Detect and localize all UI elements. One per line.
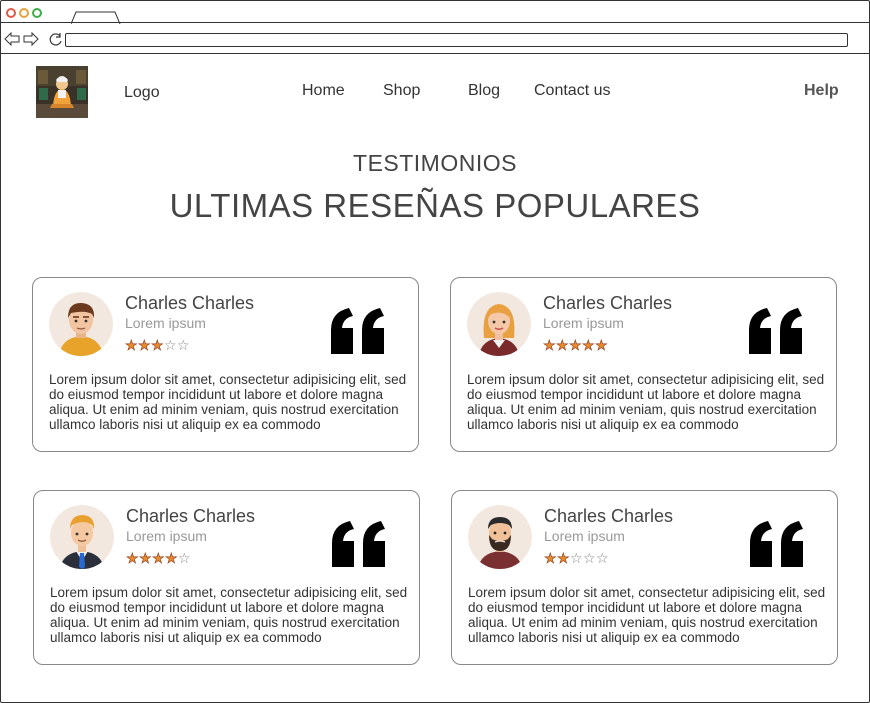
reviewer-subtitle: Lorem ipsum bbox=[125, 315, 206, 331]
testimonial-text: Lorem ipsum dolor sit amet, consectetur … bbox=[50, 585, 408, 645]
reviewer-subtitle: Lorem ipsum bbox=[543, 315, 624, 331]
quote-icon bbox=[750, 521, 803, 567]
nav-contact-us[interactable]: Contact us bbox=[534, 82, 610, 100]
nav-blog[interactable]: Blog bbox=[468, 82, 500, 100]
star-empty-icon: ☆ bbox=[178, 550, 191, 566]
testimonial-card: Charles Charles Lorem ipsum ★★★★☆ Lorem … bbox=[33, 490, 420, 665]
help-link[interactable]: Help bbox=[804, 82, 839, 100]
logo-label[interactable]: Logo bbox=[124, 84, 160, 102]
testimonial-text: Lorem ipsum dolor sit amet, consectetur … bbox=[467, 372, 825, 432]
star-empty-icon: ☆ bbox=[596, 550, 609, 566]
star-rating: ★★★☆☆ bbox=[125, 337, 190, 353]
quote-icon bbox=[331, 308, 384, 354]
star-rating: ★★★★☆ bbox=[126, 550, 191, 566]
avatar bbox=[467, 292, 531, 356]
star-filled-icon: ★ bbox=[151, 337, 164, 353]
star-filled-icon: ★ bbox=[595, 337, 608, 353]
testimonial-card: Charles Charles Lorem ipsum ★★★☆☆ Lorem … bbox=[32, 277, 419, 452]
star-empty-icon: ☆ bbox=[177, 337, 190, 353]
reload-icon[interactable] bbox=[48, 32, 63, 47]
star-filled-icon: ★ bbox=[556, 337, 569, 353]
reviewer-name: Charles Charles bbox=[126, 506, 256, 526]
browser-tab[interactable] bbox=[71, 11, 121, 24]
section-title: ULTIMAS RESEÑAS POPULARES bbox=[169, 187, 701, 224]
quote-icon bbox=[749, 308, 802, 354]
reviewer-name: Charles Charles bbox=[543, 293, 673, 313]
title-bar bbox=[1, 1, 869, 24]
star-filled-icon: ★ bbox=[165, 550, 178, 566]
reviewer-name: Charles Charles bbox=[125, 293, 255, 313]
star-filled-icon: ★ bbox=[126, 550, 139, 566]
nav-shop[interactable]: Shop bbox=[383, 82, 420, 100]
star-filled-icon: ★ bbox=[139, 550, 152, 566]
close-window-button[interactable] bbox=[6, 8, 16, 18]
star-rating: ★★★★★ bbox=[543, 337, 608, 353]
avatar bbox=[50, 505, 114, 569]
nav-home[interactable]: Home bbox=[302, 82, 345, 100]
avatar bbox=[49, 292, 113, 356]
star-filled-icon: ★ bbox=[138, 337, 151, 353]
testimonial-text: Lorem ipsum dolor sit amet, consectetur … bbox=[49, 372, 407, 432]
star-filled-icon: ★ bbox=[125, 337, 138, 353]
minimize-window-button[interactable] bbox=[19, 8, 29, 18]
maximize-window-button[interactable] bbox=[32, 8, 42, 18]
url-input[interactable] bbox=[65, 33, 848, 47]
back-arrow-icon[interactable] bbox=[4, 32, 20, 46]
star-empty-icon: ☆ bbox=[164, 337, 177, 353]
site-logo-image[interactable] bbox=[36, 66, 88, 118]
star-filled-icon: ★ bbox=[543, 337, 556, 353]
testimonial-card: Charles Charles Lorem ipsum ★★★★★ Lorem … bbox=[450, 277, 837, 452]
star-filled-icon: ★ bbox=[557, 550, 570, 566]
testimonial-text: Lorem ipsum dolor sit amet, consectetur … bbox=[468, 585, 826, 645]
star-filled-icon: ★ bbox=[544, 550, 557, 566]
reviewer-subtitle: Lorem ipsum bbox=[126, 528, 207, 544]
star-empty-icon: ☆ bbox=[570, 550, 583, 566]
quote-icon bbox=[332, 521, 385, 567]
star-rating: ★★☆☆☆ bbox=[544, 550, 609, 566]
reviewer-subtitle: Lorem ipsum bbox=[544, 528, 625, 544]
section-subtitle: TESTIMONIOS bbox=[353, 150, 517, 176]
star-empty-icon: ☆ bbox=[583, 550, 596, 566]
reviewer-name: Charles Charles bbox=[544, 506, 674, 526]
forward-arrow-icon[interactable] bbox=[23, 32, 39, 46]
star-filled-icon: ★ bbox=[582, 337, 595, 353]
star-filled-icon: ★ bbox=[569, 337, 582, 353]
testimonial-card: Charles Charles Lorem ipsum ★★☆☆☆ Lorem … bbox=[451, 490, 838, 665]
avatar bbox=[468, 505, 532, 569]
star-filled-icon: ★ bbox=[152, 550, 165, 566]
address-bar-row bbox=[1, 24, 869, 54]
